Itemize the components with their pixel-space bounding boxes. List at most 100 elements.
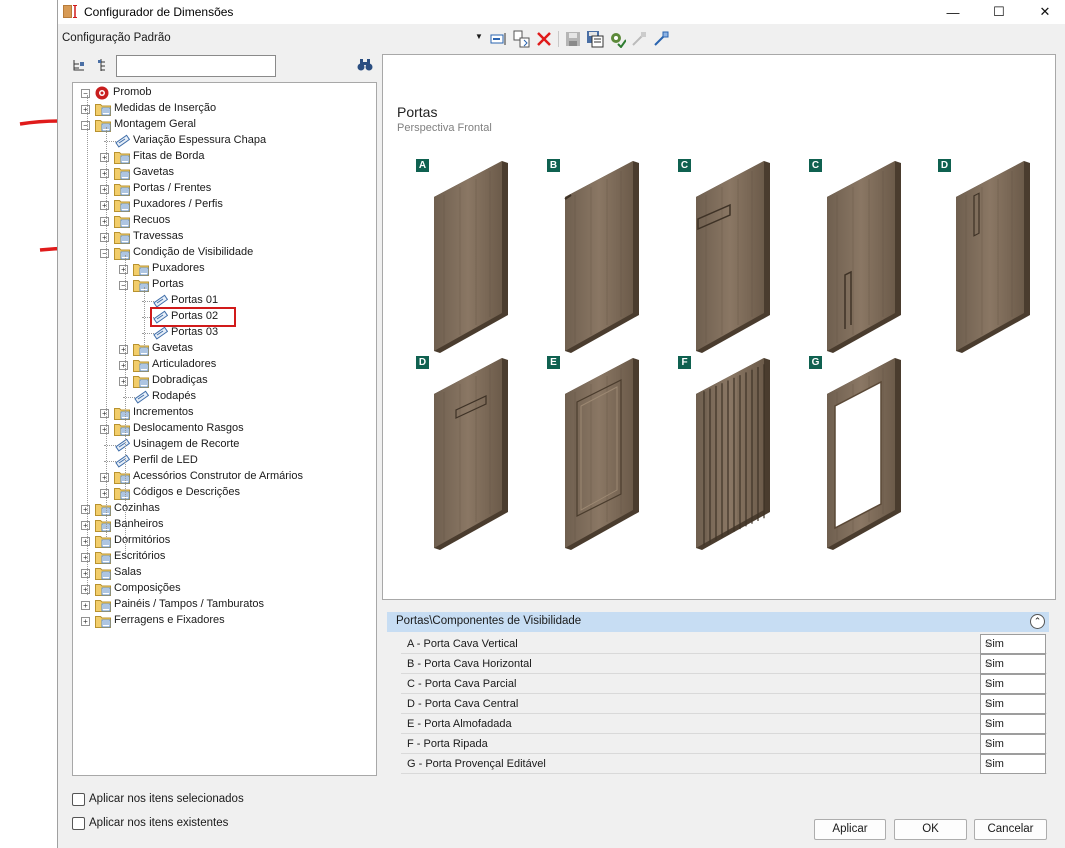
property-value-select[interactable]: Sim ⌵	[980, 754, 1046, 774]
door-preview	[434, 358, 508, 550]
apply-selected-checkbox[interactable]	[72, 793, 85, 806]
apply-button[interactable]: Aplicar	[814, 819, 886, 840]
tree-label: Puxadores / Perfis	[133, 198, 223, 210]
tree-expander[interactable]: +	[100, 489, 109, 498]
export-icon[interactable]	[652, 30, 670, 48]
settings-icon[interactable]	[608, 30, 626, 48]
tree-expander[interactable]: −	[119, 281, 128, 290]
folder-icon	[114, 470, 130, 484]
property-value-select[interactable]: Sim ⌵	[980, 694, 1046, 714]
tree-expander[interactable]: −	[81, 121, 90, 130]
collapse-icon[interactable]: ⌃	[1030, 614, 1045, 629]
tree-expander[interactable]: +	[100, 153, 109, 162]
ok-button[interactable]: OK	[894, 819, 967, 840]
folder-icon	[133, 374, 149, 388]
import-icon[interactable]	[630, 30, 648, 48]
rename-icon[interactable]	[490, 30, 508, 48]
tree-expander[interactable]: +	[81, 521, 90, 530]
cancel-button[interactable]: Cancelar	[974, 819, 1047, 840]
property-row: D - Porta Cava Central Sim ⌵	[401, 694, 1047, 714]
tree-expander[interactable]: +	[100, 169, 109, 178]
folder-icon	[95, 566, 111, 580]
chevron-down-icon[interactable]: ⌵	[985, 638, 1041, 649]
tree-expander[interactable]: +	[100, 473, 109, 482]
save-icon[interactable]	[564, 30, 582, 48]
collapse-all-icon[interactable]	[96, 58, 110, 72]
property-name: C - Porta Cava Parcial	[407, 678, 517, 690]
tree-label: Portas	[152, 278, 184, 290]
tree-guide-line	[125, 255, 126, 555]
tree-expander[interactable]: +	[100, 201, 109, 210]
expand-all-icon[interactable]	[72, 58, 86, 72]
tree-expander[interactable]: +	[81, 601, 90, 610]
tree-label: Rodapés	[152, 390, 197, 402]
tree-expander[interactable]: +	[81, 569, 90, 578]
property-value-select[interactable]: Sim ⌵	[980, 734, 1046, 754]
door-tag: B	[547, 159, 560, 172]
tree-expander[interactable]: +	[81, 585, 90, 594]
property-name: E - Porta Almofadada	[407, 718, 512, 730]
apply-existing-checkbox[interactable]	[72, 817, 85, 830]
chevron-down-icon[interactable]: ⌵	[985, 698, 1041, 709]
tree-expander[interactable]: +	[119, 377, 128, 386]
tree-expander[interactable]: +	[100, 409, 109, 418]
tree-expander[interactable]: +	[119, 265, 128, 274]
minimize-button[interactable]: —	[930, 0, 976, 24]
tree-expander[interactable]: +	[100, 425, 109, 434]
property-row: G - Porta Provençal Editável Sim ⌵	[401, 754, 1047, 774]
copy-config-icon[interactable]	[513, 30, 531, 48]
property-value-select[interactable]: Sim ⌵	[980, 714, 1046, 734]
tree-label: Códigos e Descrições	[133, 486, 240, 498]
door-preview	[564, 161, 639, 353]
tree-search-input[interactable]	[116, 55, 276, 77]
tree-expander[interactable]: +	[81, 505, 90, 514]
chevron-down-icon[interactable]: ⌵	[985, 658, 1041, 669]
tree-label: Montagem Geral	[114, 118, 196, 130]
title-bar: Configurador de Dimensões — ☐ ✕	[58, 0, 1065, 24]
tree-label: Dobradiças	[152, 374, 208, 386]
folder-icon	[133, 278, 149, 292]
chevron-down-icon[interactable]: ⌵	[985, 718, 1041, 729]
door-preview	[696, 161, 770, 353]
tree-expander[interactable]: +	[81, 553, 90, 562]
window-title: Configurador de Dimensões	[84, 5, 234, 19]
delete-icon[interactable]	[535, 30, 553, 48]
apply-existing-label: Aplicar nos itens existentes	[89, 817, 229, 829]
save-as-icon[interactable]	[586, 30, 604, 48]
config-item-icon	[133, 390, 150, 404]
properties-group-header[interactable]: Portas\Componentes de Visibilidade ⌃	[387, 612, 1049, 632]
tree-expander[interactable]: +	[100, 185, 109, 194]
tree-expander[interactable]: +	[119, 345, 128, 354]
tree-view[interactable]: − Promob + Medidas de Inserção − Montagem G…	[72, 82, 377, 776]
tree-expander[interactable]: +	[81, 537, 90, 546]
tree-expander[interactable]: +	[81, 617, 90, 626]
tree-expander[interactable]: −	[81, 89, 90, 98]
tree-label: Banheiros	[114, 518, 164, 530]
door-tag: C	[678, 159, 691, 172]
chevron-down-icon[interactable]: ▼	[475, 32, 483, 41]
property-value-select[interactable]: Sim ⌵	[980, 674, 1046, 694]
chevron-down-icon[interactable]: ⌵	[985, 678, 1041, 689]
preview-subtitle: Perspectiva Frontal	[397, 122, 492, 134]
tree-expander[interactable]: +	[100, 217, 109, 226]
toolbar: Configuração Padrão ▼	[58, 28, 1065, 50]
tree-expander[interactable]: +	[100, 233, 109, 242]
folder-icon	[95, 582, 111, 596]
close-button[interactable]: ✕	[1022, 0, 1065, 24]
tree-expander[interactable]: +	[119, 361, 128, 370]
tree-label: Gavetas	[152, 342, 193, 354]
binoculars-icon[interactable]	[357, 58, 373, 72]
door-tag: E	[547, 356, 560, 369]
chevron-down-icon[interactable]: ⌵	[985, 758, 1041, 769]
property-value-select[interactable]: Sim ⌵	[980, 634, 1046, 654]
tree-expander[interactable]: −	[100, 249, 109, 258]
tree-expander[interactable]: +	[81, 105, 90, 114]
property-name: D - Porta Cava Central	[407, 698, 519, 710]
chevron-down-icon[interactable]: ⌵	[985, 738, 1041, 749]
tree-label: Portas 03	[171, 326, 219, 338]
tree-label: Painéis / Tampos / Tamburatos	[114, 598, 265, 610]
configuration-select[interactable]: Configuração Padrão	[62, 32, 171, 44]
door-tag: F	[678, 356, 691, 369]
property-value-select[interactable]: Sim ⌵	[980, 654, 1046, 674]
maximize-button[interactable]: ☐	[976, 0, 1022, 24]
